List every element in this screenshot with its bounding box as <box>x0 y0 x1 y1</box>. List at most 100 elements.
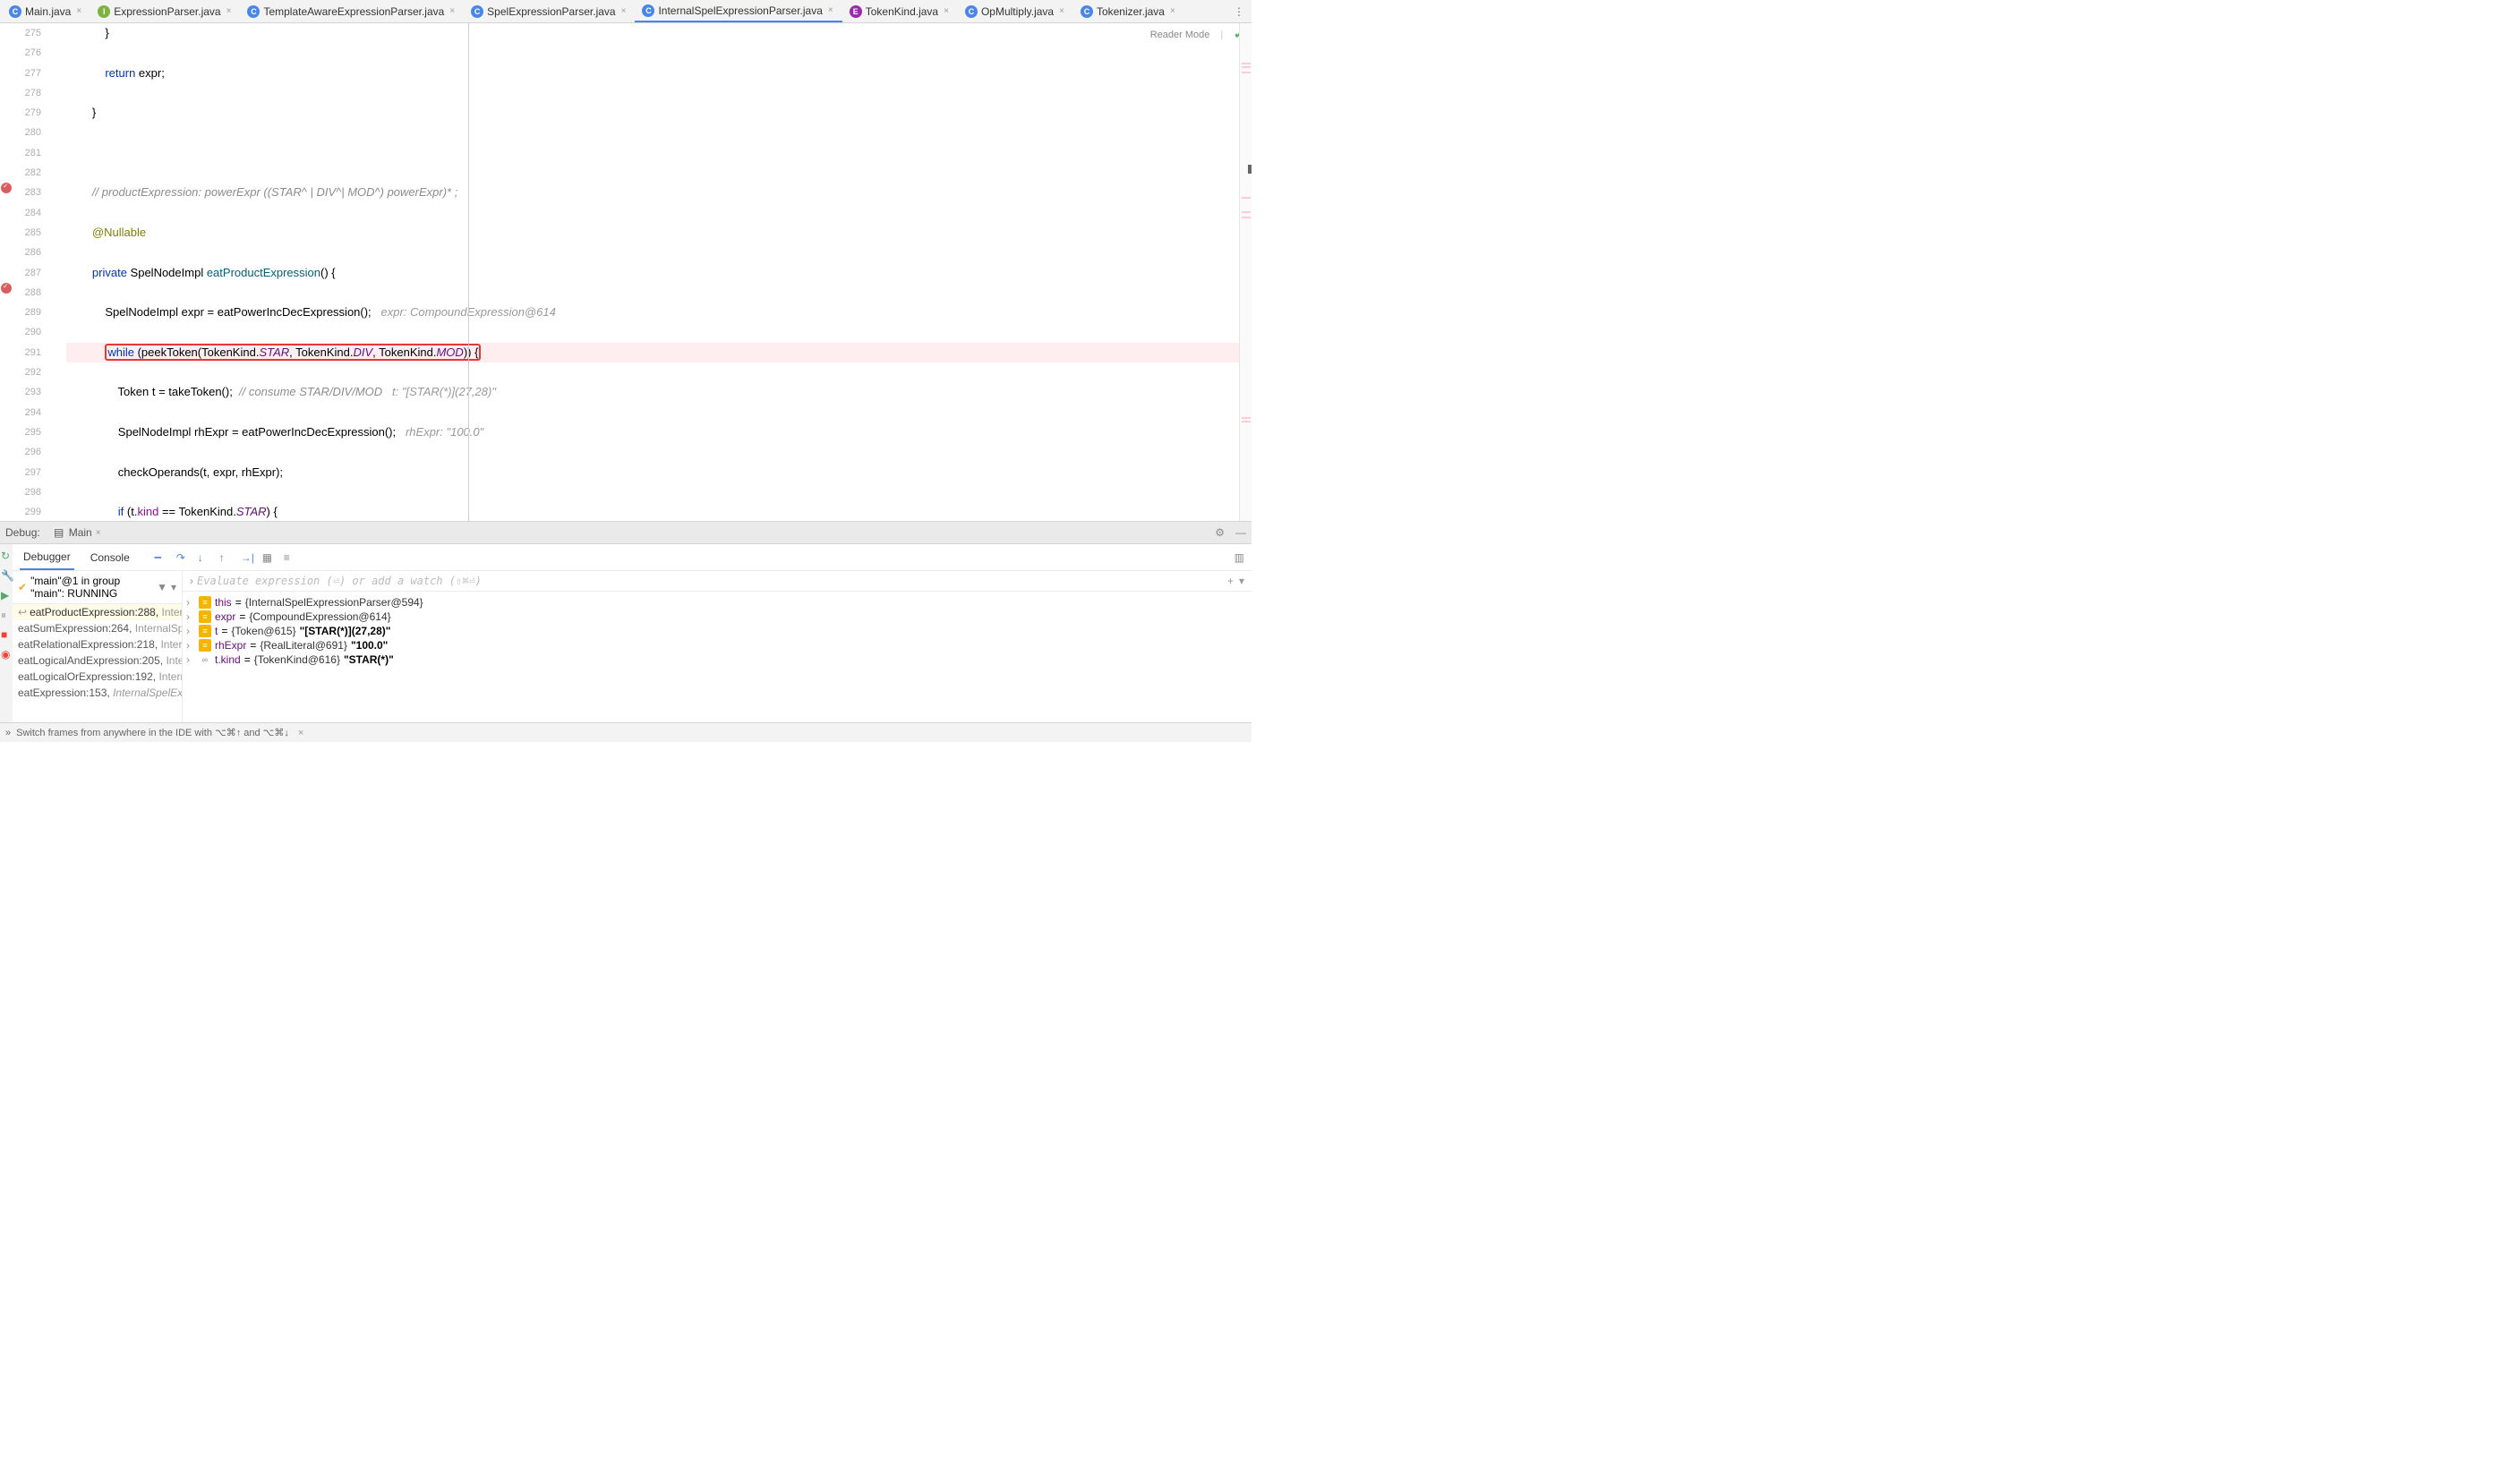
resume-icon[interactable]: ▶ <box>1 589 12 600</box>
fold-gutter[interactable] <box>48 23 66 521</box>
stop-icon[interactable]: ■ <box>1 628 12 639</box>
step-out-icon[interactable]: ↑ <box>219 551 232 564</box>
minimize-icon[interactable]: — <box>1235 526 1246 539</box>
variable-row[interactable]: ›≡expr = {CompoundExpression@614} <box>186 610 1248 624</box>
stack-frame[interactable]: eatSumExpression:264, InternalSpelExpres… <box>13 620 182 636</box>
filter-icon[interactable]: ▼ <box>157 581 167 593</box>
editor-tab[interactable]: COpMultiply.java× <box>958 0 1073 22</box>
line-number-gutter: 2752762772782792802812822832842852862872… <box>14 23 48 521</box>
line-number: 297 <box>14 463 41 482</box>
editor-tab[interactable]: CInternalSpelExpressionParser.java× <box>635 0 841 22</box>
line-number: 286 <box>14 243 41 262</box>
stack-frame[interactable]: eatExpression:153, InternalSpelExpressio… <box>13 685 182 701</box>
chevron-down-icon[interactable]: ▾ <box>1239 575 1244 587</box>
console-tab[interactable]: Console <box>87 546 133 569</box>
add-watch-icon[interactable]: + <box>1227 575 1234 587</box>
stack-frame[interactable]: eatLogicalAndExpression:205, InternalSpe… <box>13 652 182 669</box>
evaluate-bar[interactable]: › Evaluate expression (⏎) or add a watch… <box>183 571 1252 592</box>
tab-label: Main.java <box>25 5 71 18</box>
stack-frame[interactable]: eatRelationalExpression:218, InternalSpe… <box>13 636 182 652</box>
line-number: 299 <box>14 502 41 521</box>
chevron-right-icon[interactable]: › <box>186 653 195 666</box>
debug-body: ↻ 🔧 ▶ ⏸ ■ ◉ Debugger Console ━ ↷ ↓ ↑ →| … <box>0 543 1252 722</box>
tab-label: Tokenizer.java <box>1097 5 1165 18</box>
view-breakpoints-icon[interactable]: ◉ <box>1 648 12 659</box>
editor-tab[interactable]: CSpelExpressionParser.java× <box>464 0 635 22</box>
debug-run-config-tab[interactable]: ▤ Main × <box>53 526 101 539</box>
modify-run-config-icon[interactable]: 🔧 <box>1 569 12 580</box>
chevron-right-icon[interactable]: › <box>186 625 195 637</box>
tab-label: TokenKind.java <box>866 5 938 18</box>
editor-tab[interactable]: CTokenizer.java× <box>1073 0 1184 22</box>
variables-tree[interactable]: ›≡this = {InternalSpelExpressionParser@5… <box>183 592 1252 722</box>
close-icon[interactable]: × <box>448 6 457 16</box>
layout-icon[interactable]: ▥ <box>1234 551 1244 564</box>
status-message: Switch frames from anywhere in the IDE w… <box>16 727 289 738</box>
tab-label: TemplateAwareExpressionParser.java <box>263 5 444 18</box>
editor-tab[interactable]: ETokenKind.java× <box>842 0 958 22</box>
chevron-right-icon[interactable]: › <box>186 596 195 609</box>
run-to-cursor-icon[interactable]: →| <box>241 551 253 564</box>
variable-row[interactable]: ›≡t = {Token@615} "[STAR(*)](27,28)" <box>186 624 1248 638</box>
chevron-down-icon[interactable]: ▾ <box>171 581 176 593</box>
threads-icon[interactable]: ━ <box>155 551 167 564</box>
stack-frame[interactable]: ↩eatProductExpression:288, InternalSpelE… <box>13 604 182 620</box>
line-number: 278 <box>14 83 41 103</box>
evaluate-icon[interactable]: ▦ <box>262 551 275 564</box>
close-icon[interactable]: × <box>96 528 101 538</box>
close-icon[interactable]: × <box>74 6 83 16</box>
evaluate-input[interactable]: Evaluate expression (⏎) or add a watch (… <box>197 575 1222 587</box>
step-into-icon[interactable]: ↓ <box>198 551 210 564</box>
file-type-icon: I <box>98 5 110 18</box>
thread-selector[interactable]: ✔ "main"@1 in group "main": RUNNING ▼ ▾ <box>13 571 182 604</box>
close-icon[interactable]: × <box>298 728 303 738</box>
close-icon[interactable]: × <box>826 5 835 15</box>
chevron-right-icon[interactable]: › <box>186 610 195 623</box>
breakpoint-icon[interactable] <box>1 283 12 294</box>
reader-mode-label[interactable]: Reader Mode <box>1150 30 1210 40</box>
close-icon[interactable]: × <box>225 6 234 16</box>
chevron-right-icon[interactable]: › <box>186 639 195 652</box>
breakpoint-gutter[interactable] <box>0 23 14 521</box>
close-icon[interactable]: × <box>942 6 951 16</box>
debug-toolbar: Debugger Console ━ ↷ ↓ ↑ →| ▦ ≡ ▥ <box>13 544 1252 571</box>
trace-icon[interactable]: ≡ <box>284 551 296 564</box>
status-bar: » Switch frames from anywhere in the IDE… <box>0 722 1252 742</box>
close-icon[interactable]: × <box>619 6 628 16</box>
field-icon: ≡ <box>199 610 211 623</box>
breakpoint-icon[interactable] <box>1 183 12 193</box>
variable-row[interactable]: ›≡this = {InternalSpelExpressionParser@5… <box>186 595 1248 610</box>
step-over-icon[interactable]: ↷ <box>176 551 189 564</box>
variable-row[interactable]: ›≡rhExpr = {RealLiteral@691} "100.0" <box>186 638 1248 652</box>
more-icon[interactable]: ⋮ <box>1228 5 1250 18</box>
expand-icon[interactable]: » <box>5 728 11 738</box>
gear-icon[interactable]: ⚙ <box>1215 526 1225 539</box>
line-number: 289 <box>14 303 41 322</box>
pause-icon[interactable]: ⏸ <box>1 609 12 619</box>
line-number: 291 <box>14 343 41 362</box>
editor-vertical-guide <box>468 23 469 521</box>
reader-mode-bar: Reader Mode | ✔ <box>1150 27 1244 42</box>
debugger-tab[interactable]: Debugger <box>20 545 74 570</box>
field-icon: ≡ <box>199 596 211 609</box>
frame-list[interactable]: ↩eatProductExpression:288, InternalSpelE… <box>13 604 182 722</box>
rerun-icon[interactable]: ↻ <box>1 550 12 560</box>
line-number: 298 <box>14 482 41 502</box>
line-number: 285 <box>14 223 41 243</box>
editor-tab[interactable]: CTemplateAwareExpressionParser.java × <box>240 0 464 22</box>
debug-main: Debugger Console ━ ↷ ↓ ↑ →| ▦ ≡ ▥ ✔ "mai… <box>13 544 1252 722</box>
editor-tab[interactable]: IExpressionParser.java× <box>90 0 240 22</box>
link-icon: ∞ <box>199 653 211 666</box>
line-number: 275 <box>14 23 41 43</box>
code-editor[interactable]: } return expr; } // productExpression: p… <box>66 23 1239 521</box>
line-number: 295 <box>14 422 41 442</box>
stack-frame[interactable]: eatLogicalOrExpression:192, InternalSpel… <box>13 669 182 685</box>
file-type-icon: C <box>247 5 260 18</box>
line-number: 282 <box>14 163 41 183</box>
line-number: 280 <box>14 123 41 142</box>
close-icon[interactable]: × <box>1057 6 1066 16</box>
editor-tab[interactable]: CMain.java× <box>2 0 90 22</box>
editor-scrollbar-markers[interactable] <box>1239 23 1252 521</box>
close-icon[interactable]: × <box>1168 6 1177 16</box>
variable-row[interactable]: ›∞t.kind = {TokenKind@616} "STAR(*)" <box>186 652 1248 667</box>
